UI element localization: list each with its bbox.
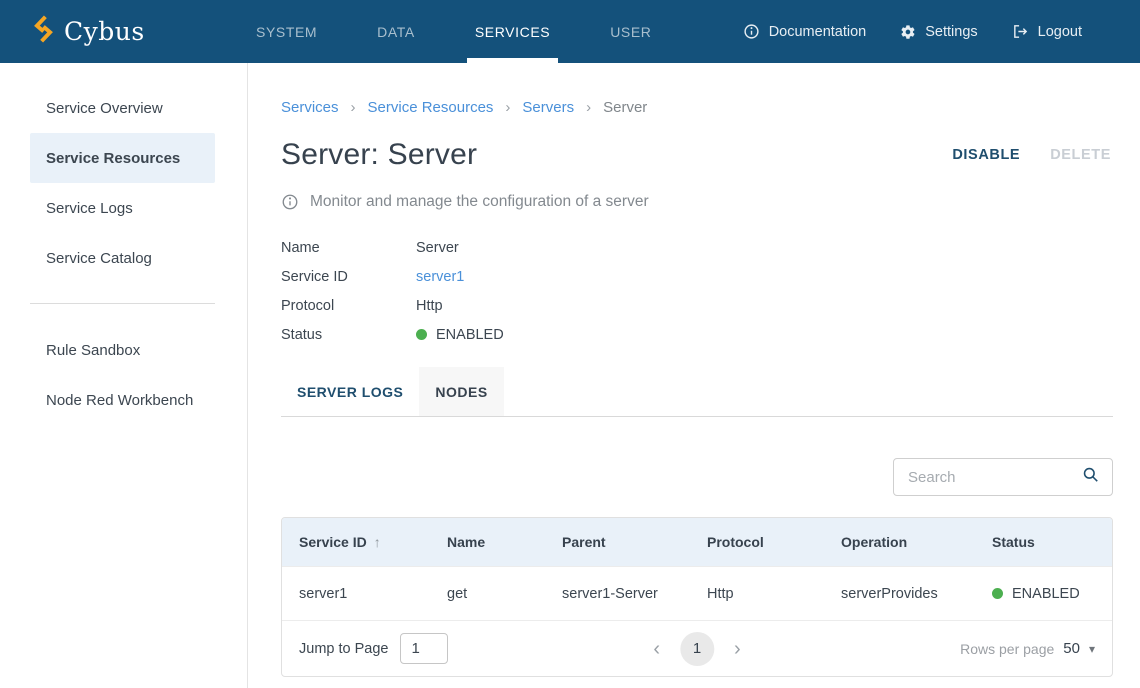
sidebar-divider bbox=[30, 303, 215, 304]
pager: ‹ 1 › bbox=[647, 632, 746, 666]
search-box bbox=[893, 458, 1113, 496]
breadcrumb-services[interactable]: Services bbox=[281, 99, 339, 116]
sidebar-item-service-resources[interactable]: Service Resources bbox=[30, 133, 215, 183]
status-badge: ENABLED bbox=[436, 327, 504, 343]
detail-row-name: Name Server bbox=[281, 233, 1113, 262]
breadcrumb-current: Server bbox=[603, 99, 647, 116]
breadcrumb-separator-icon: › bbox=[505, 99, 510, 116]
rows-per-page-label: Rows per page bbox=[960, 641, 1054, 657]
chevron-down-icon: ▾ bbox=[1089, 642, 1095, 656]
cell-protocol: Http bbox=[690, 586, 824, 602]
row-status-badge: ENABLED bbox=[1012, 586, 1080, 602]
search-input[interactable] bbox=[908, 469, 1081, 486]
sidebar-item-rule-sandbox[interactable]: Rule Sandbox bbox=[30, 325, 215, 375]
breadcrumb-service-resources[interactable]: Service Resources bbox=[368, 99, 494, 116]
gear-icon bbox=[900, 24, 916, 40]
cell-service-id: server1 bbox=[282, 586, 430, 602]
detail-row-status: Status ENABLED bbox=[281, 320, 1113, 349]
cell-name: get bbox=[430, 586, 545, 602]
documentation-button[interactable]: Documentation bbox=[743, 23, 867, 40]
top-navbar: Cybus SYSTEM DATA SERVICES USER Document… bbox=[0, 0, 1140, 63]
sort-asc-icon[interactable]: ↑ bbox=[374, 534, 381, 550]
column-header-protocol[interactable]: Protocol bbox=[690, 534, 824, 550]
breadcrumb-separator-icon: › bbox=[351, 99, 356, 116]
nodes-table: Service ID ↑ Name Parent Protocol Operat… bbox=[281, 517, 1113, 677]
logout-button[interactable]: Logout bbox=[1012, 23, 1082, 40]
service-id-link[interactable]: server1 bbox=[416, 269, 464, 285]
jump-to-page-label: Jump to Page bbox=[299, 641, 388, 657]
rows-per-page-value: 50 bbox=[1063, 640, 1080, 657]
table-footer: Jump to Page ‹ 1 › Rows per page 50 ▾ bbox=[282, 620, 1112, 676]
sidebar-item-service-overview[interactable]: Service Overview bbox=[30, 83, 215, 133]
status-enabled-dot bbox=[416, 329, 427, 340]
breadcrumb-servers[interactable]: Servers bbox=[522, 99, 574, 116]
page-description-text: Monitor and manage the configuration of … bbox=[310, 193, 649, 211]
server-details: Name Server Service ID server1 Protocol … bbox=[281, 233, 1113, 349]
nav-tab-user[interactable]: USER bbox=[602, 0, 659, 63]
previous-page-icon[interactable]: ‹ bbox=[647, 637, 666, 661]
current-page-button[interactable]: 1 bbox=[680, 632, 714, 666]
detail-row-protocol: Protocol Http bbox=[281, 291, 1113, 320]
disable-button[interactable]: DISABLE bbox=[950, 143, 1022, 167]
column-header-operation[interactable]: Operation bbox=[824, 534, 975, 550]
detail-value-protocol: Http bbox=[416, 298, 443, 314]
nav-tab-data[interactable]: DATA bbox=[369, 0, 423, 63]
column-header-parent[interactable]: Parent bbox=[545, 534, 690, 550]
logout-icon bbox=[1012, 23, 1029, 40]
page-description: Monitor and manage the configuration of … bbox=[281, 193, 1113, 211]
info-circle-icon bbox=[743, 23, 760, 40]
next-page-icon[interactable]: › bbox=[728, 637, 747, 661]
nav-tab-system[interactable]: SYSTEM bbox=[248, 0, 325, 63]
search-icon[interactable] bbox=[1081, 465, 1100, 489]
main-nav: SYSTEM DATA SERVICES USER bbox=[248, 0, 704, 63]
row-status-enabled-dot bbox=[992, 588, 1003, 599]
sidebar-item-service-logs[interactable]: Service Logs bbox=[30, 183, 215, 233]
main-content: Services › Service Resources › Servers ›… bbox=[248, 63, 1140, 688]
sidebar: Service Overview Service Resources Servi… bbox=[0, 63, 248, 688]
cybus-logo[interactable]: Cybus bbox=[32, 14, 145, 49]
tab-server-logs[interactable]: SERVER LOGS bbox=[281, 367, 419, 416]
table-row[interactable]: server1 get server1-Server Http serverPr… bbox=[282, 566, 1112, 620]
page-title: Server: Server bbox=[281, 138, 477, 172]
nav-tab-services[interactable]: SERVICES bbox=[467, 0, 558, 63]
detail-tabs: SERVER LOGS NODES bbox=[281, 367, 1113, 417]
cybus-logo-icon bbox=[32, 14, 55, 49]
delete-button[interactable]: DELETE bbox=[1048, 143, 1113, 167]
column-header-name[interactable]: Name bbox=[430, 534, 545, 550]
cell-operation: serverProvides bbox=[824, 586, 975, 602]
detail-value-name: Server bbox=[416, 240, 459, 256]
settings-button[interactable]: Settings bbox=[900, 24, 977, 40]
breadcrumb-separator-icon: › bbox=[586, 99, 591, 116]
info-circle-icon bbox=[281, 193, 299, 211]
cell-parent: server1-Server bbox=[545, 586, 690, 602]
navbar-actions: Documentation Settings Logout bbox=[743, 0, 1140, 63]
tab-nodes[interactable]: NODES bbox=[419, 367, 503, 416]
sidebar-item-service-catalog[interactable]: Service Catalog bbox=[30, 233, 215, 283]
jump-to-page-input[interactable] bbox=[400, 633, 448, 664]
column-header-service-id[interactable]: Service ID ↑ bbox=[282, 534, 430, 550]
cybus-logo-text: Cybus bbox=[64, 17, 145, 46]
column-header-status[interactable]: Status bbox=[975, 534, 1112, 550]
rows-per-page-select[interactable]: Rows per page 50 ▾ bbox=[960, 640, 1095, 657]
breadcrumb: Services › Service Resources › Servers ›… bbox=[281, 99, 1113, 116]
sidebar-item-node-red-workbench[interactable]: Node Red Workbench bbox=[30, 375, 215, 425]
table-header-row: Service ID ↑ Name Parent Protocol Operat… bbox=[282, 518, 1112, 566]
detail-row-service-id: Service ID server1 bbox=[281, 262, 1113, 291]
